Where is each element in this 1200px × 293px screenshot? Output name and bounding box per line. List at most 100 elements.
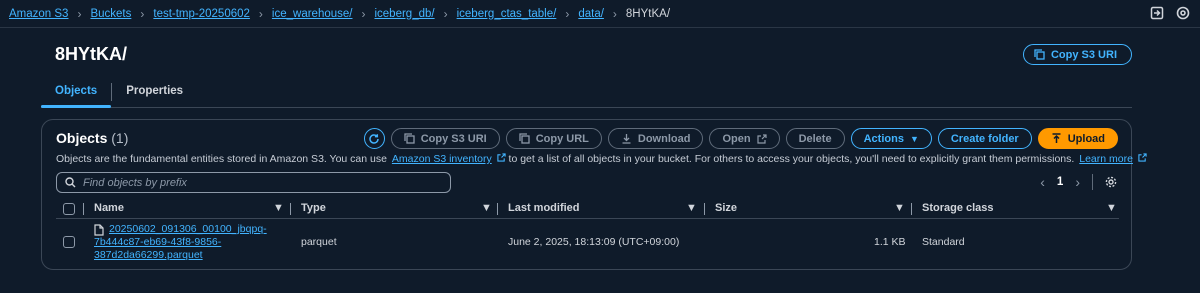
column-type[interactable]: Type	[301, 202, 326, 214]
open-label: Open	[722, 132, 751, 145]
row-checkbox[interactable]	[63, 236, 75, 248]
sort-caret-icon[interactable]: ▼	[273, 202, 284, 214]
column-name-label: Name	[94, 202, 124, 214]
top-bar: Amazon S3 › Buckets › test-tmp-20250602 …	[0, 0, 1200, 28]
sort-caret-icon[interactable]: ▼	[686, 202, 697, 214]
actions-label: Actions	[863, 132, 904, 145]
chevron-left-icon[interactable]: ‹	[1040, 174, 1045, 190]
description-text-1: Objects are the fundamental entities sto…	[56, 153, 387, 165]
top-icons	[1150, 6, 1190, 20]
delete-button[interactable]: Delete	[785, 128, 845, 149]
chevron-right-icon: ›	[443, 6, 448, 21]
external-link-icon	[756, 133, 767, 144]
gear-icon[interactable]	[1105, 176, 1117, 188]
copy-s3-uri-header-label: Copy S3 URI	[1050, 48, 1117, 61]
upload-label: Upload	[1067, 132, 1105, 145]
settings-icon[interactable]	[1176, 6, 1190, 20]
object-name-cell: 20250602_091306_00100_jbqpq- 7b444c87-eb…	[94, 223, 267, 262]
object-name-line-2: 7b444c87-eb69-43f8-9856-	[94, 236, 222, 248]
tab-objects[interactable]: Objects	[41, 80, 112, 108]
copy-s3-uri-button[interactable]: Copy S3 URI	[390, 128, 500, 149]
table-row: 20250602_091306_00100_jbqpq- 7b444c87-eb…	[56, 221, 1119, 265]
column-last-modified[interactable]: Last modified	[508, 202, 580, 214]
column-divider	[497, 203, 498, 215]
pager-divider	[1092, 174, 1093, 190]
chevron-right-icon: ›	[565, 6, 570, 21]
object-last-modified: June 2, 2025, 18:13:09 (UTC+09:00)	[508, 236, 680, 248]
breadcrumb-bucket[interactable]: test-tmp-20250602	[153, 8, 250, 20]
create-folder-button[interactable]: Create folder	[937, 128, 1032, 149]
object-name-link[interactable]: 20250602_091306_00100_jbqpq- 7b444c87-eb…	[94, 223, 267, 262]
column-storage-class-label: Storage class	[922, 202, 994, 214]
breadcrumb-iceberg-ctas-table[interactable]: iceberg_ctas_table/	[457, 8, 557, 20]
column-type-label: Type	[301, 202, 326, 214]
external-link-icon	[1135, 153, 1147, 165]
open-button[interactable]: Open	[709, 128, 780, 149]
chevron-right-icon[interactable]: ›	[1075, 174, 1080, 190]
delete-label: Delete	[798, 132, 832, 145]
external-link-icon	[494, 153, 509, 165]
column-divider	[704, 203, 705, 215]
sort-caret-icon[interactable]: ▼	[481, 202, 492, 214]
objects-title-text: Objects	[56, 130, 108, 146]
tabs: Objects Properties	[41, 80, 1132, 108]
column-size-label: Size	[715, 202, 738, 214]
chevron-right-icon: ›	[77, 6, 82, 21]
copy-url-button[interactable]: Copy URL	[505, 128, 602, 149]
actions-dropdown-button[interactable]: Actions ▼	[850, 128, 932, 149]
pagination: ‹ 1 ›	[1040, 174, 1117, 190]
objects-description: Objects are the fundamental entities sto…	[56, 153, 1147, 165]
object-type: parquet	[301, 236, 337, 248]
object-size: 1.1 KB	[874, 236, 906, 248]
search-box	[56, 172, 451, 193]
page-number[interactable]: 1	[1057, 176, 1063, 188]
chevron-right-icon: ›	[361, 6, 366, 21]
learn-more-link[interactable]: Learn more	[1079, 153, 1133, 165]
column-name[interactable]: Name	[94, 202, 124, 214]
exit-panel-icon[interactable]	[1150, 6, 1164, 20]
search-icon	[65, 177, 76, 188]
copy-icon	[519, 133, 530, 144]
objects-panel-title: Objects (1)	[56, 130, 128, 146]
s3-inventory-link[interactable]: Amazon S3 inventory	[392, 153, 492, 165]
select-all-checkbox[interactable]	[63, 203, 75, 215]
page-title: 8HYtKA/	[55, 44, 128, 64]
search-input[interactable]	[83, 176, 433, 189]
objects-panel: Objects (1) Copy S3 URI Copy URL Downloa…	[41, 119, 1147, 270]
column-divider	[83, 203, 84, 215]
breadcrumb-amazon-s3[interactable]: Amazon S3	[9, 8, 68, 20]
refresh-button[interactable]	[363, 128, 385, 149]
object-storage-class: Standard	[922, 236, 965, 248]
copy-icon	[1034, 49, 1045, 60]
download-icon	[622, 134, 631, 144]
breadcrumb-data[interactable]: data/	[578, 8, 604, 20]
copy-icon	[404, 133, 415, 144]
objects-actions: Copy S3 URI Copy URL Download Open Delet…	[363, 128, 1118, 149]
breadcrumb: Amazon S3 › Buckets › test-tmp-20250602 …	[9, 7, 670, 21]
refresh-icon	[369, 133, 379, 144]
download-label: Download	[637, 132, 691, 145]
breadcrumb-ice-warehouse[interactable]: ice_warehouse/	[272, 8, 353, 20]
breadcrumb-buckets[interactable]: Buckets	[90, 8, 131, 20]
chevron-right-icon: ›	[612, 6, 617, 21]
column-storage-class[interactable]: Storage class	[922, 202, 994, 214]
column-divider	[911, 203, 912, 215]
upload-icon	[1052, 133, 1061, 143]
chevron-right-icon: ›	[140, 6, 145, 21]
object-name-line-3: 387d2da66299.parquet	[94, 249, 203, 261]
copy-s3-uri-header-button[interactable]: Copy S3 URI	[1022, 44, 1132, 65]
column-last-modified-label: Last modified	[508, 202, 580, 214]
copy-s3-uri-label: Copy S3 URI	[420, 132, 487, 145]
chevron-right-icon: ›	[258, 6, 263, 21]
objects-count: (1)	[111, 130, 129, 146]
breadcrumb-current: 8HYtKA/	[625, 7, 671, 20]
column-divider	[290, 203, 291, 215]
download-button[interactable]: Download	[607, 128, 704, 149]
breadcrumb-iceberg-db[interactable]: iceberg_db/	[374, 8, 434, 20]
tab-properties[interactable]: Properties	[112, 80, 197, 107]
sort-caret-icon[interactable]: ▼	[894, 202, 905, 214]
column-size[interactable]: Size	[715, 202, 737, 214]
object-name-line-1: 20250602_091306_00100_jbqpq-	[109, 223, 267, 235]
upload-button[interactable]: Upload	[1037, 128, 1118, 149]
sort-caret-icon[interactable]: ▼	[1106, 202, 1117, 214]
